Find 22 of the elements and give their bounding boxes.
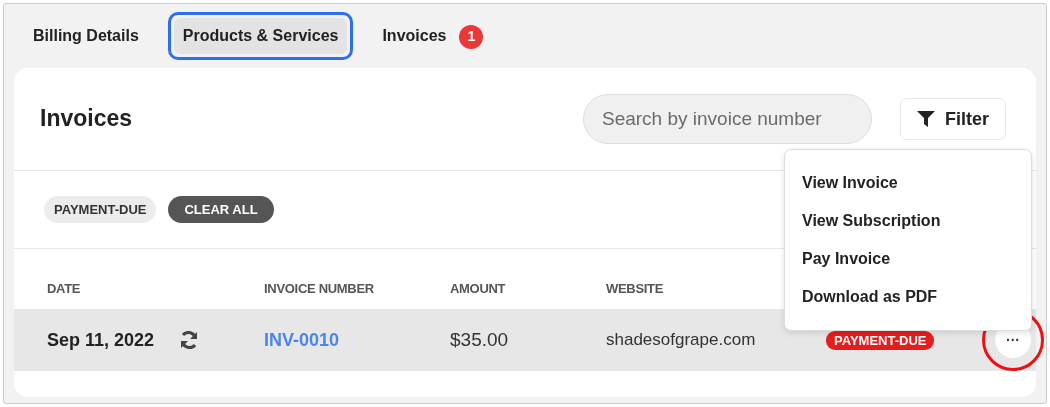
tab[interactable]: Invoices [373, 18, 456, 54]
tab[interactable]: Products & Services [173, 18, 348, 54]
menu-item[interactable]: Pay Invoice [785, 240, 1031, 278]
menu-item[interactable]: View Subscription [785, 202, 1031, 240]
column-header: DATE [47, 280, 81, 296]
column-header: AMOUNT [450, 280, 506, 296]
menu-item[interactable]: View Invoice [785, 164, 1031, 202]
tab[interactable]: Billing Details [24, 18, 148, 54]
filter-button[interactable]: Filter [900, 98, 1006, 140]
status-badge: PAYMENT-DUE [826, 331, 935, 350]
column-header: INVOICE NUMBER [264, 280, 374, 296]
clear-all-button[interactable]: CLEAR ALL [168, 195, 274, 224]
column-header: WEBSITE [606, 280, 664, 296]
website-text: shadesofgrape.com [606, 330, 756, 350]
date-text: Sep 11, 2022 [47, 328, 155, 352]
filter-icon [917, 111, 935, 127]
panel-title: Invoices [40, 105, 133, 133]
amount-text: $35.00 [450, 328, 509, 350]
filter-chip: PAYMENT-DUE [44, 195, 157, 224]
menu-item[interactable]: Download as PDF [785, 278, 1031, 316]
count-badge: 1 [459, 24, 484, 49]
search-field[interactable]: Search by invoice number [583, 94, 872, 144]
